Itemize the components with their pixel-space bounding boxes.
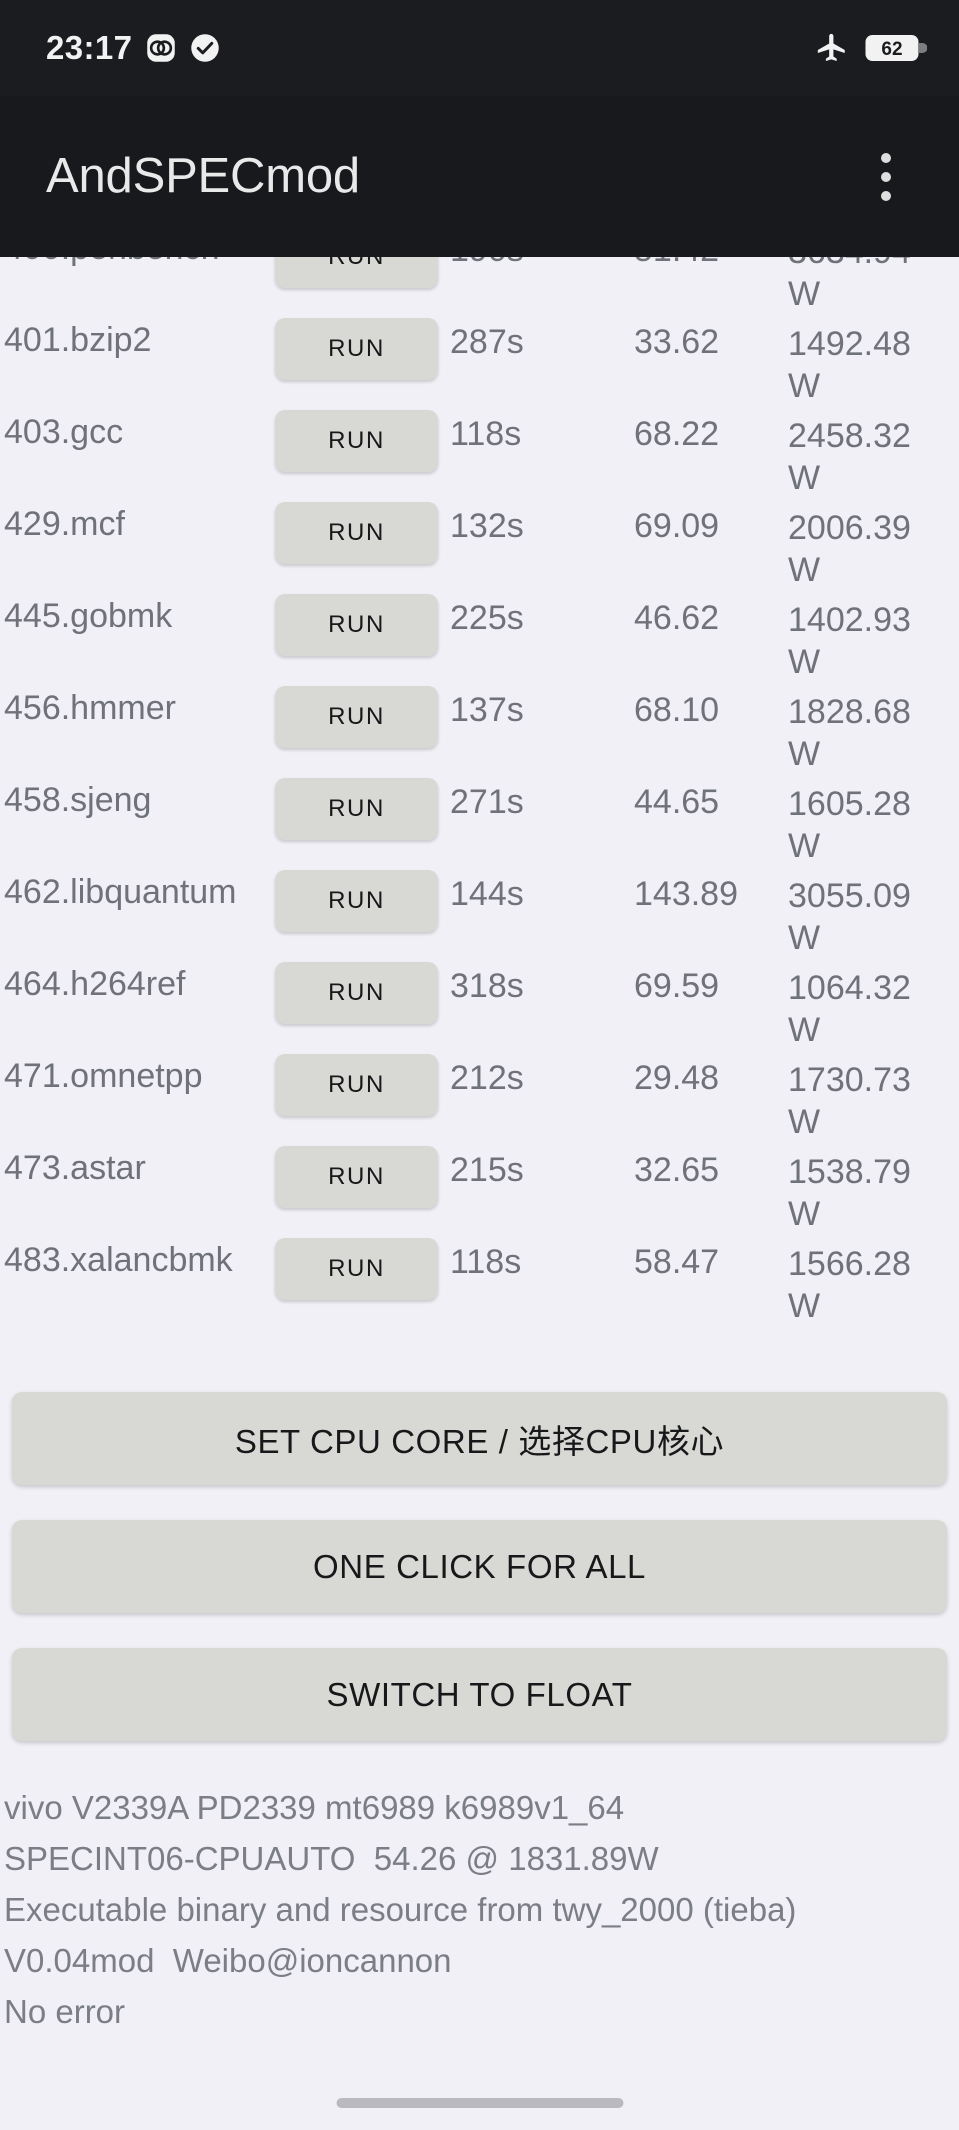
benchmark-name: 483.xalancbmk — [4, 1241, 233, 1279]
table-row: 458.sjeng RUN 271s 44.65 1605.28 W — [0, 767, 959, 865]
airplane-mode-icon — [815, 31, 849, 65]
table-row: 445.gobmk RUN 225s 46.62 1402.93 W — [0, 583, 959, 681]
benchmark-name: 400.perlbench — [4, 257, 254, 269]
benchmark-name: 445.gobmk — [4, 597, 173, 635]
info-line: No error — [4, 1993, 126, 2030]
switch-to-float-button[interactable]: SWITCH TO FLOAT — [12, 1648, 947, 1741]
benchmark-time: 318s — [450, 967, 524, 1005]
status-bar: 23:17 62 — [0, 0, 959, 96]
table-row: 429.mcf RUN 132s 69.09 2006.39 W — [0, 491, 959, 589]
dual-app-icon — [146, 33, 176, 63]
benchmark-power: 1566.28 W — [788, 1245, 911, 1326]
benchmark-time: 132s — [450, 507, 524, 545]
run-button[interactable]: RUN — [275, 502, 438, 564]
benchmark-time: 225s — [450, 599, 524, 637]
benchmark-ratio: 32.65 — [634, 1151, 720, 1189]
table-row: 473.astar RUN 215s 32.65 1538.79 W — [0, 1135, 959, 1233]
benchmark-name: 473.astar — [4, 1149, 146, 1187]
check-circle-icon — [190, 33, 220, 63]
benchmark-time: 144s — [450, 875, 524, 913]
benchmark-name: 471.omnetpp — [4, 1057, 203, 1095]
table-row: 471.omnetpp RUN 212s 29.48 1730.73 W — [0, 1043, 959, 1141]
table-row: 483.xalancbmk RUN 118s 58.47 1566.28 W — [0, 1227, 959, 1325]
benchmark-name: 401.bzip2 — [4, 321, 152, 359]
table-row: 401.bzip2 RUN 287s 33.62 1492.48 W — [0, 307, 959, 405]
status-bar-left: 23:17 — [46, 29, 220, 67]
run-button[interactable]: RUN — [275, 870, 438, 932]
battery-level-text: 62 — [881, 39, 902, 60]
benchmark-power: 3055.09 W — [788, 877, 911, 958]
benchmark-name: 403.gcc — [4, 413, 124, 451]
benchmark-power: 2006.39 W — [788, 509, 911, 590]
benchmark-power: 1538.79 W — [788, 1153, 911, 1234]
run-button[interactable]: RUN — [275, 1146, 438, 1208]
benchmark-ratio: 69.09 — [634, 507, 720, 545]
benchmark-ratio: 29.48 — [634, 1059, 720, 1097]
run-button[interactable]: RUN — [275, 778, 438, 840]
run-button[interactable]: RUN — [275, 410, 438, 472]
benchmark-list[interactable]: 400.perlbenchRUN190s51.423634.94 W401.bz… — [0, 257, 959, 1381]
benchmark-time: 137s — [450, 691, 524, 729]
benchmark-ratio: 51.42 — [634, 257, 719, 270]
benchmark-ratio: 69.59 — [634, 967, 720, 1005]
run-button[interactable]: RUN — [275, 686, 438, 748]
info-line: SPECINT06-CPUAUTO 54.26 @ 1831.89W — [4, 1840, 659, 1877]
run-button[interactable]: RUN — [275, 318, 438, 380]
dot — [881, 190, 891, 201]
info-line: vivo V2339A PD2339 mt6989 k6989v1_64 — [4, 1789, 625, 1826]
table-row: 462.libquantum RUN 144s 143.89 3055.09 W — [0, 859, 959, 957]
table-row: 456.hmmer RUN 137s 68.10 1828.68 W — [0, 675, 959, 773]
battery-icon[interactable]: 62 — [865, 32, 927, 64]
benchmark-name: 429.mcf — [4, 505, 125, 543]
info-log: vivo V2339A PD2339 mt6989 k6989v1_64 SPEC… — [4, 1782, 955, 2037]
benchmark-name: 458.sjeng — [4, 781, 152, 819]
dot — [881, 152, 891, 163]
benchmark-ratio: 68.10 — [634, 691, 720, 729]
phone-screen: 23:17 62 AndSPECmod W 401.bzip2 RUN 287s… — [0, 0, 959, 2130]
set-cpu-core-button[interactable]: SET CPU CORE / 选择CPU核心 — [12, 1392, 947, 1485]
benchmark-time: 287s — [450, 323, 524, 361]
benchmark-ratio: 68.22 — [634, 415, 720, 453]
benchmark-power: 2458.32 W — [788, 417, 911, 498]
benchmark-time: 118s — [450, 1243, 522, 1281]
benchmark-name: 456.hmmer — [4, 689, 176, 727]
benchmark-power: 1605.28 W — [788, 785, 911, 866]
benchmark-time: 215s — [450, 1151, 524, 1189]
table-row: 400.perlbenchRUN190s51.423634.94 W — [0, 257, 959, 313]
page-title: AndSPECmod — [46, 149, 360, 203]
run-button[interactable]: RUN — [275, 962, 438, 1024]
benchmark-ratio: 46.62 — [634, 599, 720, 637]
benchmark-ratio: 143.89 — [634, 875, 738, 913]
benchmark-power: 1402.93 W — [788, 601, 911, 682]
info-line: Executable binary and resource from twy_… — [4, 1891, 797, 1928]
run-button[interactable]: RUN — [275, 1238, 438, 1300]
benchmark-power: 1064.32 W — [788, 969, 911, 1050]
status-bar-right: 62 — [815, 31, 927, 65]
table-row: 403.gcc RUN 118s 68.22 2458.32 W — [0, 399, 959, 497]
table-row: 464.h264ref RUN 318s 69.59 1064.32 W — [0, 951, 959, 1049]
status-bar-clock: 23:17 — [46, 29, 133, 66]
action-button-group: SET CPU CORE / 选择CPU核心 ONE CLICK FOR ALL… — [0, 1392, 959, 1776]
benchmark-power: 1828.68 W — [788, 693, 911, 774]
app-bar: AndSPECmod — [0, 96, 959, 257]
benchmark-name: 462.libquantum — [4, 873, 237, 911]
run-button[interactable]: RUN — [275, 257, 438, 288]
benchmark-time: 271s — [450, 783, 524, 821]
dot — [881, 171, 891, 182]
benchmark-time: 212s — [450, 1059, 524, 1097]
benchmark-power: 1730.73 W — [788, 1061, 911, 1142]
more-vertical-icon[interactable] — [859, 144, 913, 210]
benchmark-time: 118s — [450, 415, 522, 453]
benchmark-time: 190s — [450, 257, 524, 270]
benchmark-power: 1492.48 W — [788, 325, 911, 406]
info-line: V0.04mod Weibo@ioncannon — [4, 1942, 452, 1979]
run-button[interactable]: RUN — [275, 1054, 438, 1116]
benchmark-name: 464.h264ref — [4, 965, 186, 1003]
benchmark-ratio: 33.62 — [634, 323, 720, 361]
benchmark-ratio: 44.65 — [634, 783, 720, 821]
gesture-navigation-bar[interactable] — [336, 2098, 623, 2108]
benchmark-ratio: 58.47 — [634, 1243, 720, 1281]
run-button[interactable]: RUN — [275, 594, 438, 656]
one-click-for-all-button[interactable]: ONE CLICK FOR ALL — [12, 1520, 947, 1613]
